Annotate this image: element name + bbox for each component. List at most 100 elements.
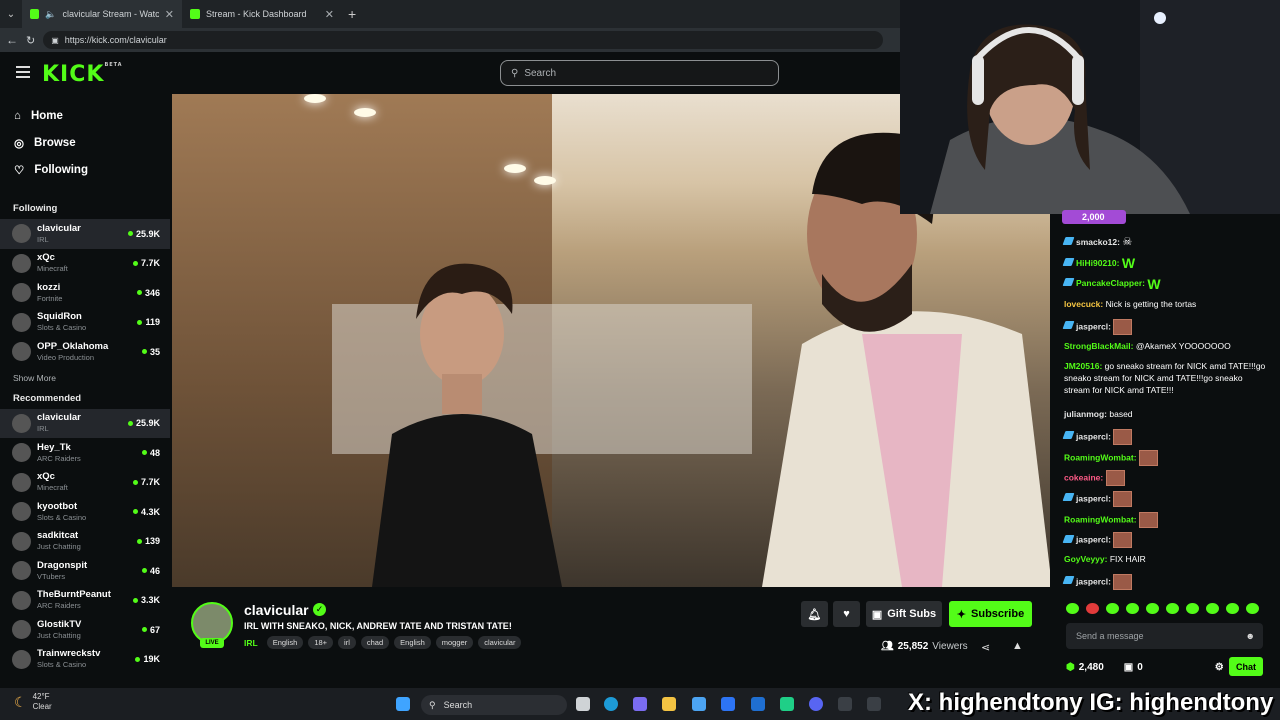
windows-start-icon[interactable] xyxy=(396,697,410,711)
emote-icon[interactable] xyxy=(1066,603,1079,614)
image-emote-icon xyxy=(1113,318,1133,335)
tab-dashboard[interactable]: Stream - Kick Dashboard ✕ xyxy=(182,0,342,28)
chat-message: jaspercl: xyxy=(1062,532,1270,549)
sidebar-channel-item[interactable]: OPP_Oklahoma Video Production 35 xyxy=(0,337,170,367)
sidebar-channel-item[interactable]: sadkitcat Just Chatting 139 xyxy=(0,527,170,557)
chat-username[interactable]: julianmog: xyxy=(1064,409,1107,419)
report-icon[interactable]: ▲ xyxy=(1012,640,1023,652)
chat-username[interactable]: PancakeClapper: xyxy=(1076,278,1145,288)
sidebar-channel-item[interactable]: Dragonspit VTubers 46 xyxy=(0,556,170,586)
sidebar-channel-item[interactable]: kyootbot Slots & Casino 4.3K xyxy=(0,497,170,527)
gift-icon[interactable]: ▣ xyxy=(1124,662,1133,673)
gift-subs-button[interactable]: ▣ Gift Subs xyxy=(866,601,942,627)
chat-username[interactable]: HiHi90210: xyxy=(1076,258,1119,268)
reload-icon[interactable]: ↻ xyxy=(26,34,35,47)
tag[interactable]: chad xyxy=(360,636,390,649)
emoji-icon[interactable]: ☻ xyxy=(1246,631,1255,641)
store-icon[interactable] xyxy=(692,697,706,711)
chat-message-input[interactable]: Send a message ☻ xyxy=(1066,623,1263,649)
search-input[interactable]: ⚲ Search xyxy=(500,60,779,86)
nav-following[interactable]: ♡ Following xyxy=(0,156,170,183)
sidebar-channel-item[interactable]: SquidRon Slots & Casino 119 xyxy=(0,308,170,338)
tag[interactable]: mogger xyxy=(435,636,474,649)
chat-username[interactable]: jaspercl: xyxy=(1076,576,1111,586)
sidebar-channel-item[interactable]: clavicular IRL 25.9K xyxy=(0,408,170,438)
emote-icon[interactable] xyxy=(1206,603,1219,614)
chat-username[interactable]: cokeaine: xyxy=(1064,473,1103,483)
chat-username[interactable]: jaspercl: xyxy=(1076,493,1111,503)
new-tab-icon[interactable]: + xyxy=(348,6,356,22)
chat-username[interactable]: StrongBlackMail: xyxy=(1064,341,1133,351)
file-explorer-icon[interactable] xyxy=(662,697,676,711)
nav-browse[interactable]: ◎ Browse xyxy=(0,129,170,156)
close-tab-icon[interactable]: ✕ xyxy=(325,8,334,21)
emote-icon[interactable] xyxy=(1246,603,1259,614)
channel-name[interactable]: clavicular xyxy=(244,602,309,618)
taskbar-search[interactable]: ⚲ Search xyxy=(421,695,567,715)
emote-icon[interactable] xyxy=(1186,603,1199,614)
dropbox-icon[interactable] xyxy=(721,697,735,711)
hamburger-menu-icon[interactable] xyxy=(16,66,30,78)
viewer-count: 3.3K xyxy=(140,595,160,606)
edge-icon[interactable] xyxy=(604,697,618,711)
emote-icon[interactable] xyxy=(1166,603,1179,614)
chat-username[interactable]: JM20516: xyxy=(1064,361,1102,371)
sidebar-channel-item[interactable]: xQc Minecraft 7.7K xyxy=(0,468,170,498)
task-view-icon[interactable] xyxy=(576,697,590,711)
copilot-icon[interactable] xyxy=(633,697,647,711)
settings-gear-icon[interactable]: ⚙ xyxy=(1215,662,1224,673)
tag[interactable]: 18+ xyxy=(308,636,334,649)
sidebar-channel-item[interactable]: kozzi Fortnite 346 xyxy=(0,278,170,308)
chat-send-button[interactable]: Chat xyxy=(1229,657,1263,676)
chat-username[interactable]: jaspercl: xyxy=(1076,431,1111,441)
sidebar-channel-item[interactable]: TheBurntPeanut ARC Raiders 3.3K xyxy=(0,586,170,616)
sidebar-channel-item[interactable]: Trainwreckstv Slots & Casino 19K xyxy=(0,645,170,675)
emote-bar xyxy=(1066,603,1259,614)
chat-username[interactable]: jaspercl: xyxy=(1076,321,1111,331)
sidebar-channel-item[interactable]: xQc Minecraft 7.7K xyxy=(0,249,170,279)
notify-button[interactable]: 🔔︎ xyxy=(801,601,828,627)
show-more-link[interactable]: Show More xyxy=(0,367,170,389)
tag[interactable]: English xyxy=(266,636,304,649)
sidebar-channel-item[interactable]: GlostikTV Just Chatting 67 xyxy=(0,615,170,645)
chat-username[interactable]: smacko12: xyxy=(1076,237,1120,247)
app-icon[interactable] xyxy=(838,697,852,711)
app-green-icon[interactable] xyxy=(780,697,794,711)
sidebar-channel-item[interactable]: clavicular IRL 25.9K xyxy=(0,219,170,249)
emote-icon[interactable] xyxy=(1226,603,1239,614)
emote-icon[interactable] xyxy=(1086,603,1099,614)
mail-icon[interactable] xyxy=(751,697,765,711)
sidebar-channel-item[interactable]: Hey_Tk ARC Raiders 48 xyxy=(0,438,170,468)
chat-username[interactable]: lovecuck: xyxy=(1064,299,1103,309)
subscribe-button[interactable]: ✦ Subscribe xyxy=(949,601,1032,627)
close-tab-icon[interactable]: ✕ xyxy=(165,8,174,21)
kick-logo[interactable]: KICKBETA xyxy=(42,62,123,87)
emote-icon[interactable] xyxy=(1146,603,1159,614)
weather-condition: Clear xyxy=(32,702,52,711)
site-info-icon[interactable]: ▣ xyxy=(51,36,59,45)
weather-widget[interactable]: ☾ 42°F Clear xyxy=(14,692,52,712)
tag[interactable]: clavicular xyxy=(478,636,522,649)
url-field[interactable]: ▣ https://kick.com/clavicular xyxy=(43,31,884,49)
emote-icon[interactable] xyxy=(1106,603,1119,614)
discord-icon[interactable] xyxy=(809,697,823,711)
follow-button[interactable]: ♥ xyxy=(833,601,860,627)
app-icon[interactable] xyxy=(867,697,881,711)
category-link[interactable]: IRL xyxy=(244,638,258,648)
emote-icon[interactable] xyxy=(1126,603,1139,614)
search-icon: ⚲ xyxy=(429,699,436,710)
chat-username[interactable]: GoyVeyyy: xyxy=(1064,554,1107,564)
chat-username[interactable]: RoamingWombat: xyxy=(1064,514,1137,524)
tag[interactable]: English xyxy=(394,636,431,649)
nav-home[interactable]: ⌂ Home xyxy=(0,102,170,129)
tab-clavicular[interactable]: 🔈 clavicular Stream - Watch Live ✕ xyxy=(22,0,182,28)
chat-username[interactable]: RoamingWombat: xyxy=(1064,452,1137,462)
heart-icon: ♡ xyxy=(14,164,25,177)
share-icon[interactable]: ⋖ xyxy=(981,641,990,654)
channel-name: TheBurntPeanut xyxy=(37,589,111,601)
tag[interactable]: irl xyxy=(338,636,356,649)
viewer-count: 48 xyxy=(149,447,160,458)
chat-username[interactable]: jaspercl: xyxy=(1076,535,1111,545)
tab-list-chevron-icon[interactable]: ⌄ xyxy=(0,9,22,20)
back-icon[interactable]: ← xyxy=(6,33,18,47)
